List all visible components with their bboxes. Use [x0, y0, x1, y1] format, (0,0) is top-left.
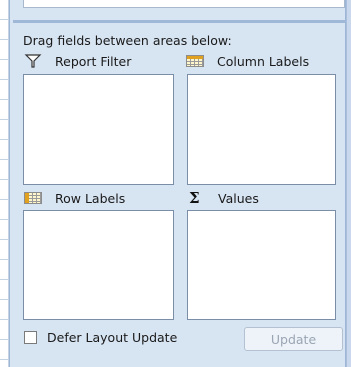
values-header: Σ Values [186, 189, 259, 207]
report-filter-header: Report Filter [23, 52, 131, 70]
column-labels-icon [185, 53, 205, 69]
report-filter-label: Report Filter [55, 53, 132, 69]
field-list-box[interactable] [23, 0, 345, 8]
defer-layout-label[interactable]: Defer Layout Update [47, 330, 177, 345]
worksheet-grid-edge [0, 0, 9, 367]
field-list-panel: Drag fields between areas below: Report … [9, 0, 346, 367]
report-filter-area[interactable] [23, 74, 174, 185]
pane-right-edge [346, 0, 351, 367]
row-labels-icon [23, 190, 43, 206]
defer-layout-checkbox[interactable] [24, 331, 37, 344]
column-labels-header: Column Labels [185, 52, 309, 70]
column-labels-area[interactable] [187, 74, 336, 185]
drag-instruction: Drag fields between areas below: [23, 33, 232, 48]
pivot-field-list-pane: Drag fields between areas below: Report … [0, 0, 351, 367]
values-label: Values [218, 190, 259, 206]
filter-icon [23, 53, 43, 69]
pane-splitter[interactable] [13, 20, 346, 23]
sigma-icon: Σ [189, 189, 200, 207]
row-labels-header: Row Labels [23, 189, 125, 207]
update-button[interactable]: Update [244, 327, 343, 351]
row-labels-area[interactable] [23, 210, 174, 320]
values-area[interactable] [187, 210, 336, 320]
column-labels-label: Column Labels [217, 53, 310, 69]
row-labels-label: Row Labels [55, 190, 126, 206]
